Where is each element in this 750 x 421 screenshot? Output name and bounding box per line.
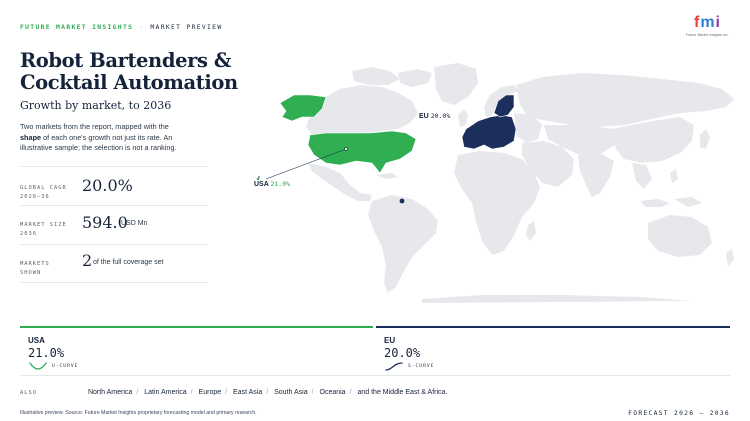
markets-strip: USA 21.0% U-CURVE EU 20.0% S-CURVE [20,326,730,376]
logo-letter-i: i [715,14,720,31]
land-madagascar [526,221,536,241]
land-canada [306,85,418,137]
stat-unit: USD Mn [121,220,148,227]
eu-territory-marker [399,198,405,204]
land-south-asia [578,153,614,197]
stat-sublabel: 2036 [20,231,37,237]
logo-subtext: Future Market Insights Inc. [686,33,729,37]
land-uk [458,109,468,127]
eu-map-label-name: EU [419,113,429,120]
forecast-range: FORECAST 2026 – 2036 [628,410,730,417]
land-mexico [308,163,372,201]
market-cagr: 20.0% [384,346,421,360]
world-map-svg [255,63,734,303]
page-subtitle: Growth by market, to 2036 [20,99,172,112]
market-curve-type: U-CURVE [52,364,79,369]
logo-letter-f: f [693,14,700,31]
land-japan [700,129,710,149]
stat-sublabel: 2026–36 [20,194,50,200]
also-region: North America [87,389,133,396]
also-region: and the Middle East & Africa. [357,389,448,396]
also-label: ALSO [20,390,37,396]
also-region: East Asia [233,389,263,396]
market-curve-type: S-CURVE [408,364,435,369]
land-arctic-islands [398,69,432,87]
section-label: MARKET PREVIEW [150,23,223,31]
stat-sublabel: SHOWN [20,270,42,276]
stat-value: 20.0% [82,176,133,195]
description-emphasis: shape [20,132,42,142]
market-card-usa: USA 21.0% U-CURVE [20,326,373,376]
logo-letter-m: m [700,14,715,31]
brand-separator: · [139,23,145,31]
world-map: EU 20.0% USA 21.0% [222,55,750,303]
market-name: USA [28,336,45,345]
stat-unit: of the full coverage set [93,259,164,266]
usa-map-label: USA 21.0% [254,180,290,188]
s-curve-icon [385,362,403,371]
market-accent-bar [376,326,730,328]
source-note: Illustrative preview. Source: Future Mar… [20,410,257,416]
stat-markets-shown: MARKETS SHOWN 2 of the full coverage set [20,244,208,283]
description-part-2: of each one's growth not just its rate. … [20,132,177,153]
also-region: Latin America [144,389,187,396]
land-arctic-islands [352,67,400,85]
also-regions: ALSO North America / Latin America / Europ… [20,389,448,396]
stat-market-size: MARKET SIZE 2036 594.0 USD Mn [20,205,208,244]
u-curve-icon [29,362,47,370]
land-indonesia [674,197,702,207]
land-new-zealand [726,249,734,267]
land-africa [454,151,540,255]
description: Two markets from the report, mapped with… [20,122,188,154]
also-region: Oceania [319,389,346,396]
market-accent-bar [20,326,373,328]
eu-territory-dot [399,198,405,204]
stat-value: 2 [82,251,93,270]
land-caribbean [376,173,398,179]
description-part-1: Two markets from the report, mapped with… [20,122,169,131]
land-australia [648,215,712,257]
stat-global-cagr: GLOBAL CAGR 2026–36 20.0% [20,166,208,205]
land-antarctica [422,295,692,303]
market-card-eu: EU 20.0% S-CURVE [376,326,730,376]
land-philippines [670,169,678,183]
also-region: South Asia [274,389,308,396]
usa-map-label-value: 21.0% [270,180,291,188]
usa-map-label-name: USA [254,181,269,188]
brand-line: FUTURE MARKET INSIGHTS · MARKET PREVIEW [20,23,222,31]
land-south-america [368,195,438,293]
stat-label: GLOBAL CAGR [20,185,67,191]
market-name: EU [384,336,396,345]
eu-map-label-value: 20.0% [430,112,451,120]
market-cagr: 21.0% [28,346,65,360]
land-indonesia [640,199,670,207]
fmi-logo: f m i Future Market Insights Inc. [686,14,729,40]
land-russia [516,73,734,127]
eu-continental [461,114,517,150]
usa-label-dot [258,176,260,178]
eu-map-label: EU 20.0% [419,112,450,120]
stats-panel: GLOBAL CAGR 2026–36 20.0% MARKET SIZE 2036… [20,166,208,283]
land-southeast-asia [632,163,652,189]
stat-label: MARKETS [20,261,50,267]
stat-label: MARKET SIZE [20,222,67,228]
brand-name: FUTURE MARKET INSIGHTS [20,23,134,31]
also-region: Europe [198,389,222,396]
land-masses [306,63,734,303]
usa-connector-dot [344,147,348,151]
